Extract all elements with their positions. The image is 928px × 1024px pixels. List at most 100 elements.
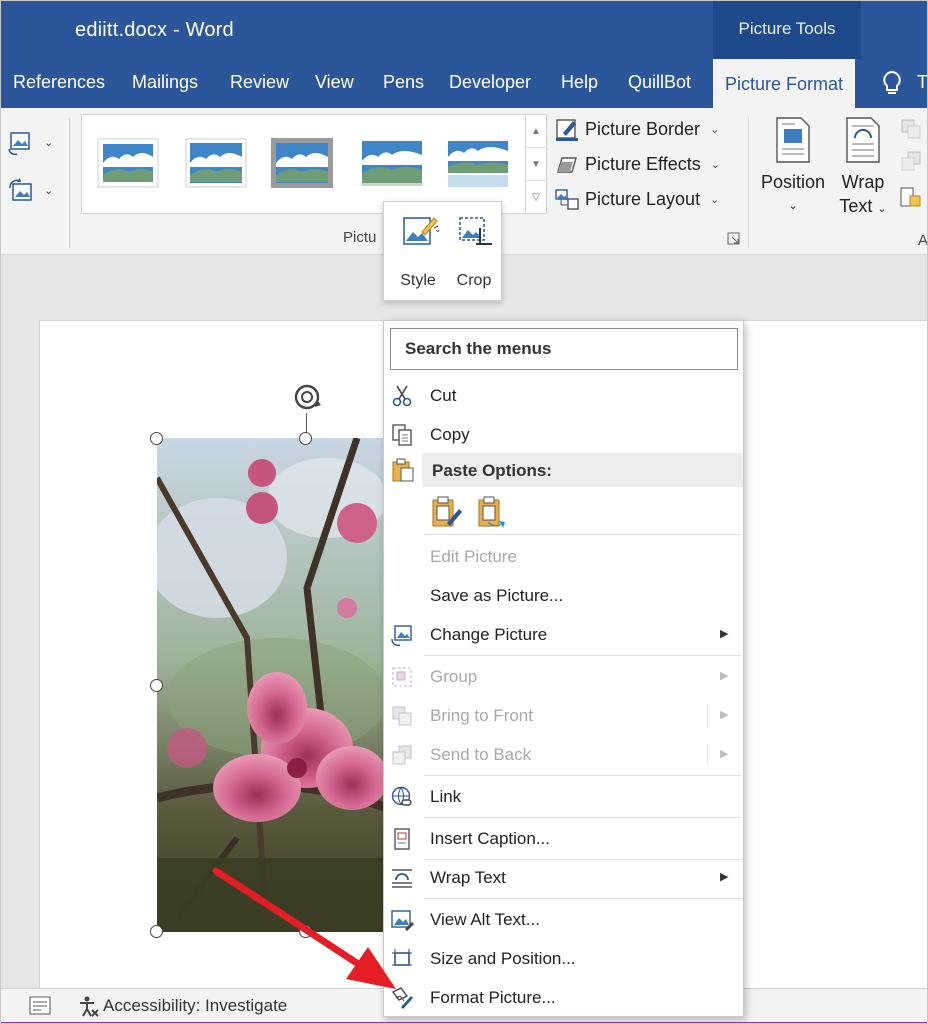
change-picture-tool[interactable]: ⌄ — [7, 130, 57, 160]
menu-separator — [424, 775, 742, 776]
tab-mailings[interactable]: Mailings — [132, 72, 198, 93]
link-label: Link — [430, 787, 462, 806]
chevron-down-icon: ⌄ — [710, 193, 720, 206]
picture-style-1[interactable] — [96, 137, 160, 189]
tab-developer[interactable]: Developer — [449, 72, 531, 93]
tab-quillbot[interactable]: QuillBot — [628, 72, 691, 93]
resize-handle-bottom[interactable] — [299, 925, 312, 938]
paste-keep-formatting-icon[interactable] — [429, 495, 463, 529]
position-button[interactable]: Position ⌄ — [758, 116, 828, 218]
picture-style-5[interactable] — [446, 137, 510, 189]
page-stats-icon[interactable] — [29, 996, 51, 1016]
picture-layout-button[interactable]: Picture Layout ⌄ — [555, 184, 719, 214]
picture-style-2[interactable] — [184, 137, 248, 189]
picture-effects-button[interactable]: Picture Effects ⌄ — [555, 149, 720, 179]
paste-picture-icon[interactable] — [475, 495, 509, 529]
split-separator — [707, 744, 708, 766]
menu-separator — [424, 817, 742, 818]
size-position-icon — [392, 949, 412, 966]
chevron-down-icon: ⌄ — [44, 185, 54, 197]
style-button[interactable]: ⌄ Style — [392, 212, 444, 296]
tab-help[interactable]: Help — [561, 72, 598, 93]
save-as-picture-label: Save as Picture... — [430, 586, 564, 605]
menu-item-send-to-back: Send to Back ▶ — [384, 736, 743, 774]
selected-picture[interactable] — [157, 438, 387, 932]
menu-item-copy[interactable]: Copy — [384, 416, 743, 454]
menu-item-wrap-text[interactable]: Wrap Text ▶ — [384, 859, 743, 897]
picture-style-3[interactable] — [270, 137, 334, 189]
send-backward-icon[interactable] — [898, 148, 924, 174]
menu-item-save-as-picture[interactable]: Save as Picture... — [384, 577, 743, 615]
group-icon — [392, 667, 412, 687]
bring-to-front-icon — [392, 706, 412, 726]
gallery-more-button[interactable]: ▽ — [526, 181, 546, 214]
resize-handle-bottom-left[interactable] — [150, 925, 163, 938]
format-picture-icon — [391, 987, 413, 1009]
picture-border-icon — [556, 119, 578, 141]
menu-item-view-alt-text[interactable]: View Alt Text... — [384, 901, 743, 939]
size-and-position-label: Size and Position... — [430, 949, 576, 968]
wrap-text-label-1: Wrap — [841, 172, 885, 192]
copy-icon — [392, 424, 412, 446]
menu-item-link[interactable]: Link — [384, 778, 743, 816]
paste-options-label: Paste Options: — [432, 461, 552, 480]
picture-styles-group-label: Pictu — [343, 229, 377, 246]
menu-item-change-picture[interactable]: Change Picture ▶ — [384, 616, 743, 654]
resize-handle-top-left[interactable] — [150, 432, 163, 445]
menu-separator — [424, 655, 742, 656]
document-title: ediitt.docx - Word — [75, 19, 234, 41]
picture-style-icon: ⌄ — [403, 217, 442, 245]
mini-toolbar: ⌄ Style Crop — [383, 201, 502, 301]
word-window: ediitt.docx - Word Picture Tools Referen… — [0, 0, 928, 1024]
view-alt-text-label: View Alt Text... — [430, 910, 540, 929]
menu-item-insert-caption[interactable]: Insert Caption... — [384, 820, 743, 858]
accessibility-status[interactable]: Accessibility: Investigate — [103, 996, 287, 1016]
tab-review[interactable]: Review — [230, 72, 289, 93]
reset-picture-tool[interactable]: ⌄ — [7, 178, 57, 208]
menu-item-format-picture[interactable]: Format Picture... — [384, 979, 743, 1017]
insert-caption-icon — [394, 828, 410, 850]
picture-border-button[interactable]: Picture Border ⌄ — [555, 114, 719, 144]
menu-item-cut[interactable]: Cut — [384, 377, 743, 415]
search-menus-input[interactable]: Search the menus — [390, 328, 738, 370]
tab-references[interactable]: References — [13, 72, 105, 93]
crop-button[interactable]: Crop — [448, 212, 500, 296]
menu-separator — [424, 898, 742, 899]
ribbon-tabs: References Mailings Review View Pens Dev… — [1, 59, 927, 108]
tab-picture-format[interactable]: Picture Format — [713, 59, 856, 108]
copy-label: Copy — [430, 425, 470, 444]
rotate-handle-icon[interactable] — [291, 381, 323, 413]
bring-forward-icon[interactable] — [898, 116, 924, 142]
menu-separator — [424, 534, 742, 535]
context-menu: Search the menus Cut Copy Paste Options:… — [383, 320, 744, 1017]
gallery-down-button[interactable]: ▼ — [526, 148, 546, 181]
picture-effects-label: Picture Effects — [585, 153, 701, 174]
gallery-up-button[interactable]: ▲ — [526, 115, 546, 148]
paste-icon — [392, 458, 414, 482]
submenu-arrow-icon: ▶ — [720, 871, 729, 883]
change-picture-icon — [391, 625, 412, 647]
resize-handle-left[interactable] — [150, 679, 163, 692]
selection-pane-icon[interactable] — [898, 184, 924, 210]
submenu-arrow-icon: ▶ — [720, 670, 729, 682]
chevron-down-icon: ⌄ — [710, 158, 720, 171]
chevron-down-icon: ⌄ — [788, 200, 798, 212]
resize-handle-top[interactable] — [299, 432, 312, 445]
tab-view[interactable]: View — [315, 72, 354, 93]
wrap-text-button[interactable]: Wrap Text ⌄ — [835, 116, 891, 221]
tab-pens[interactable]: Pens — [383, 72, 424, 93]
picture-style-4[interactable] — [360, 137, 424, 189]
lightbulb-icon[interactable] — [877, 69, 907, 99]
tab-tell-me[interactable]: T — [917, 72, 927, 93]
accessibility-icon[interactable] — [77, 995, 101, 1019]
dialog-launcher-icon[interactable] — [727, 232, 741, 246]
submenu-arrow-icon: ▶ — [720, 709, 729, 721]
menu-item-size-and-position[interactable]: Size and Position... — [384, 940, 743, 978]
picture-tools-band: Picture Tools — [713, 1, 861, 59]
picture-effects-icon — [557, 157, 577, 173]
split-separator — [707, 705, 708, 727]
position-label: Position — [760, 172, 826, 192]
insert-caption-label: Insert Caption... — [430, 829, 551, 848]
paste-options-header: Paste Options: — [422, 453, 743, 487]
bring-to-front-label: Bring to Front — [430, 706, 533, 725]
